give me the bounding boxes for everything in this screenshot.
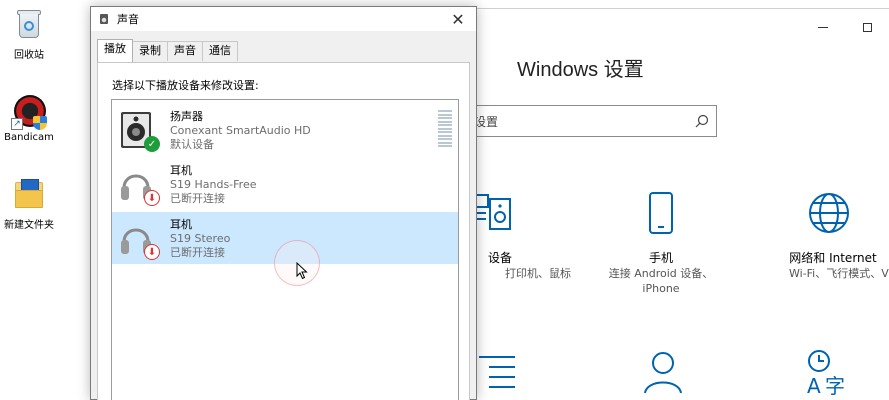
- settings-title: Windows 设置: [517, 59, 644, 81]
- shortcut-arrow-icon: ↗: [11, 118, 23, 130]
- device-item-headphones-handsfree[interactable]: ⬇ 耳机 S19 Hands-Free 已断开连接: [112, 158, 458, 210]
- sound-dialog: 声音 ✕ 播放 录制 声音 通信 选择以下播放设备来修改设置: ✓ 扬声器 Co…: [90, 6, 477, 400]
- device-name: 扬声器: [170, 110, 203, 123]
- speaker-icon: ✓: [118, 110, 160, 152]
- category-desc: Wi-Fi、飞行模式、VPN: [789, 267, 889, 280]
- device-driver: S19 Stereo: [170, 232, 231, 245]
- instruction-text: 选择以下播放设备来修改设置:: [112, 79, 259, 92]
- device-status: 默认设备: [170, 138, 214, 151]
- settings-category-phone[interactable]: 手机 连接 Android 设备、 iPhone: [601, 191, 721, 296]
- settings-category-time-language[interactable]: A 字: [805, 349, 849, 400]
- settings-category-accounts[interactable]: [641, 349, 685, 399]
- settings-category-personalization[interactable]: [475, 349, 519, 399]
- settings-window: Windows 设置 设置 设备 打印机、鼠标 手机 连接 Android 设备…: [465, 8, 889, 400]
- mouse-cursor-icon: [296, 262, 308, 280]
- close-icon: ✕: [451, 9, 465, 29]
- sound-tabs: 播放 录制 声音 通信: [91, 39, 476, 63]
- settings-search-input[interactable]: 设置: [465, 105, 717, 137]
- minimize-button[interactable]: [801, 17, 845, 37]
- disconnected-arrow-icon: ⬇: [144, 190, 160, 206]
- sound-titlebar[interactable]: 声音 ✕: [91, 7, 476, 31]
- settings-category-network[interactable]: 网络和 Internet Wi-Fi、飞行模式、VPN: [769, 191, 889, 281]
- window-controls: [801, 17, 889, 37]
- category-desc-line1: 连接 Android 设备、: [608, 267, 714, 280]
- device-status: 已断开连接: [170, 192, 225, 205]
- desktop-icon-recycle-bin[interactable]: 回收站: [0, 6, 58, 61]
- time-language-icon: A 字: [807, 350, 845, 398]
- tab-playback[interactable]: 播放: [97, 39, 133, 62]
- default-check-icon: ✓: [144, 136, 160, 152]
- globe-icon: [809, 193, 849, 233]
- disconnected-arrow-icon: ⬇: [144, 244, 160, 260]
- desktop-icon-label: 新建文件夹: [4, 220, 54, 231]
- settings-category-devices[interactable]: 设备 打印机、鼠标: [473, 191, 571, 281]
- desktop: 回收站 ↗ Bandicam 新建文件夹 Windows 设置 设置 设备 打印…: [0, 0, 889, 400]
- svg-text:A: A: [807, 374, 821, 397]
- category-desc: 打印机、鼠标: [505, 267, 571, 280]
- maximize-button[interactable]: [845, 17, 889, 37]
- device-status: 已断开连接: [170, 246, 225, 259]
- category-name: 设备: [487, 251, 512, 265]
- playback-panel: 选择以下播放设备来修改设置: ✓ 扬声器 Conexant SmartAudio…: [97, 62, 470, 400]
- phone-icon: [649, 192, 673, 234]
- accounts-icon: [644, 352, 682, 394]
- desktop-icon-new-folder[interactable]: 新建文件夹: [0, 176, 58, 231]
- device-name: 耳机: [170, 164, 192, 177]
- device-driver: S19 Hands-Free: [170, 178, 257, 191]
- category-name: 网络和 Internet: [789, 251, 877, 265]
- uac-shield-icon: [33, 116, 47, 130]
- maximize-icon: [862, 22, 872, 32]
- personalization-icon: [479, 356, 515, 388]
- device-name: 耳机: [170, 218, 192, 231]
- folder-icon: [11, 176, 47, 212]
- recycle-bin-icon: [11, 6, 47, 42]
- headphones-icon: ⬇: [118, 164, 160, 206]
- volume-meter: [438, 110, 452, 149]
- tab-sounds[interactable]: 声音: [167, 41, 203, 61]
- desktop-icon-bandicam[interactable]: ↗ Bandicam: [0, 92, 58, 143]
- headphones-icon: ⬇: [118, 218, 160, 260]
- desktop-icon-label: Bandicam: [4, 132, 54, 143]
- search-icon[interactable]: [688, 107, 716, 135]
- category-name: 手机: [648, 251, 673, 265]
- speaker-icon: [100, 14, 108, 24]
- device-driver: Conexant SmartAudio HD: [170, 124, 311, 137]
- search-input-value: 设置: [474, 114, 499, 129]
- sound-dialog-title: 声音: [117, 13, 139, 26]
- desktop-icon-label: 回收站: [14, 50, 44, 61]
- device-item-speakers[interactable]: ✓ 扬声器 Conexant SmartAudio HD 默认设备: [112, 104, 458, 156]
- tab-recording[interactable]: 录制: [132, 41, 168, 61]
- svg-text:字: 字: [825, 374, 845, 397]
- category-desc-line2: iPhone: [642, 282, 680, 295]
- close-button[interactable]: ✕: [446, 7, 470, 31]
- tab-communications[interactable]: 通信: [202, 41, 238, 61]
- bandicam-icon: ↗: [11, 92, 47, 130]
- minimize-icon: [818, 26, 828, 28]
